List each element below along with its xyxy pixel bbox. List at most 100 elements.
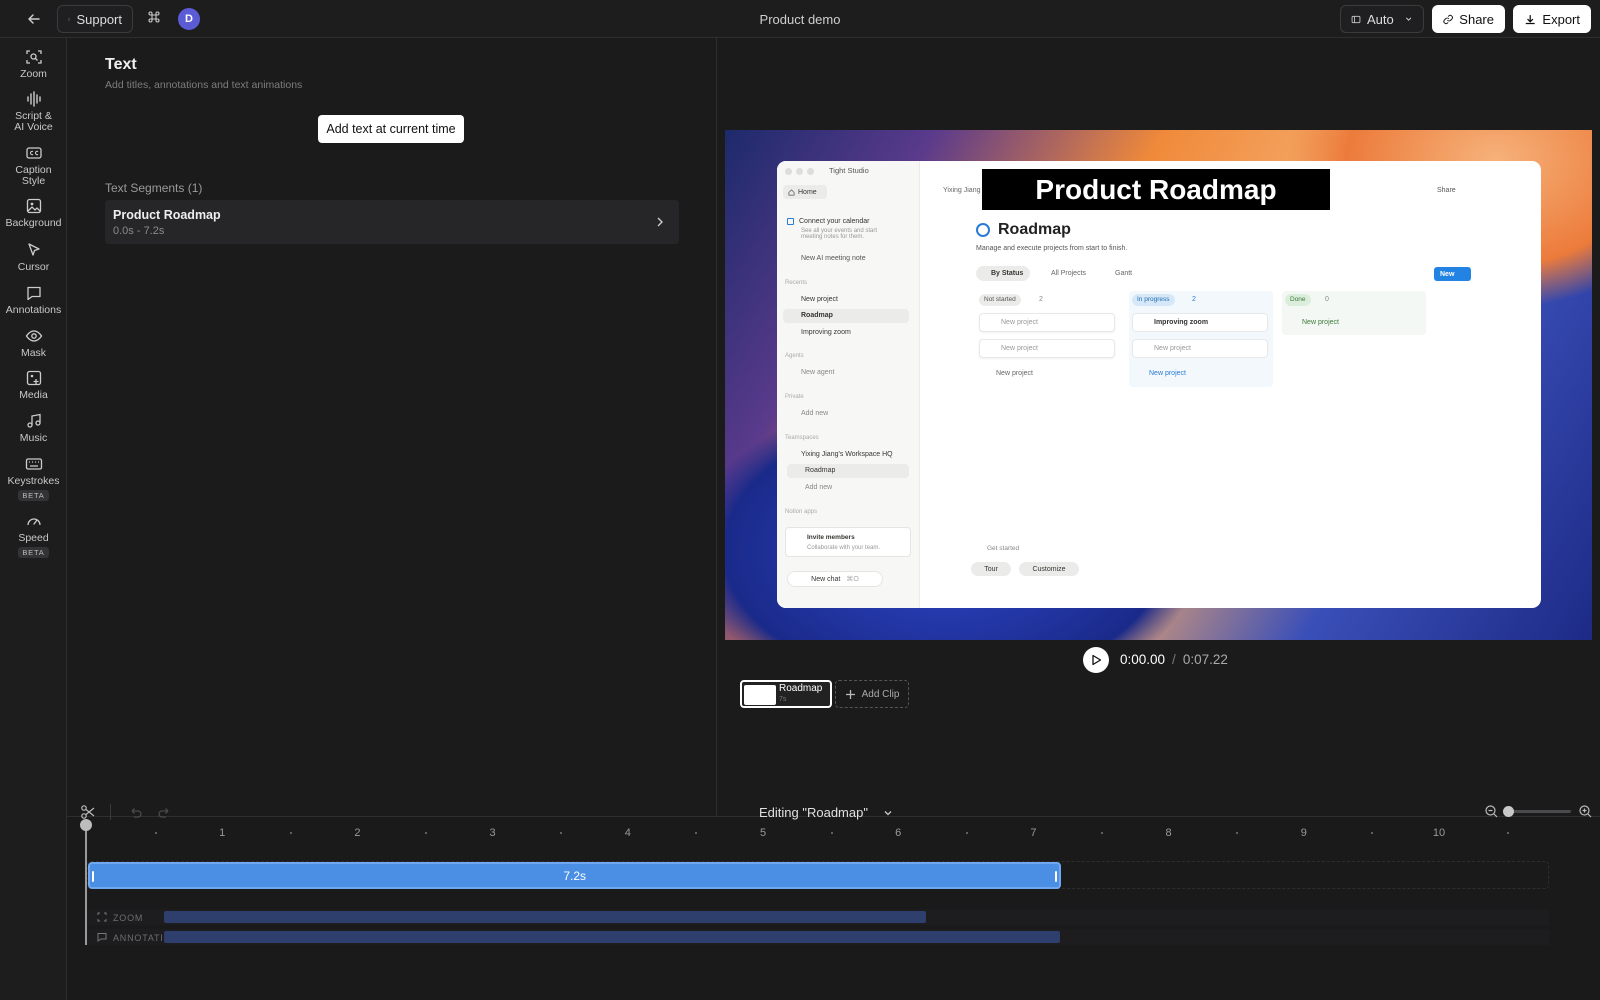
segment-name: Product Roadmap	[113, 208, 221, 222]
clip-name: Roadmap	[779, 683, 823, 694]
nav-mask[interactable]: Mask	[0, 327, 67, 359]
segment-range: 0.0s - 7.2s	[113, 225, 165, 237]
mini-notion-apps: Notion apps	[785, 509, 818, 515]
mini-new-button: New	[1434, 267, 1471, 281]
nav-keystrokes[interactable]: Keystrokes BETA	[0, 455, 67, 501]
annotations-track-icon	[97, 933, 107, 942]
nav-media-label: Media	[19, 389, 48, 401]
mini-new-label: New	[1440, 270, 1455, 278]
mini-card: Improving zoom	[1132, 313, 1268, 332]
mini-recents-header: Recents	[785, 280, 808, 286]
add-clip-button[interactable]: Add Clip	[835, 680, 909, 708]
export-button[interactable]: Export	[1513, 5, 1591, 33]
ruler-minor-tick	[1371, 832, 1374, 834]
nav-music[interactable]: Music	[0, 412, 67, 444]
traffic-lights	[785, 168, 814, 175]
panel-subtitle: Add titles, annotations and text animati…	[105, 79, 303, 91]
ruler-minor-tick	[289, 832, 292, 834]
mini-new-chat-label: New chat	[811, 575, 841, 583]
redo-icon[interactable]	[158, 806, 172, 820]
mini-agents-header: Agents	[785, 353, 804, 359]
clip-thumb-image	[744, 685, 776, 705]
nav-cursor[interactable]: Cursor	[0, 241, 67, 273]
mini-new-chat-shortcut: ⌘O	[846, 576, 859, 583]
mini-share: Share	[1437, 187, 1456, 194]
mini-page-icon	[976, 223, 990, 237]
undo-icon[interactable]	[128, 806, 142, 820]
ruler-tick-label: 2	[354, 827, 361, 839]
zoom-track-segment[interactable]	[164, 911, 926, 923]
nav-background[interactable]: Background	[0, 197, 67, 229]
clip-handle-right[interactable]	[1055, 871, 1058, 882]
nav-caption-style[interactable]: Caption Style	[0, 144, 67, 187]
add-text-button[interactable]: Add text at current time	[318, 115, 464, 143]
mini-connect-title: Connect your calendar	[799, 218, 870, 225]
nav-script-ai-voice[interactable]: Script & AI Voice	[0, 90, 67, 133]
zoom-in-icon[interactable]	[1578, 804, 1593, 819]
nav-speed-label: Speed	[18, 532, 49, 544]
mini-connect-calendar: Connect your calendar See all your event…	[787, 218, 877, 240]
mini-sidebar: Tight Studio Home Connect your calendar …	[777, 161, 920, 608]
ruler-tick-label: 10	[1432, 827, 1446, 839]
scissors-icon[interactable]	[80, 804, 96, 820]
zoom-slider[interactable]	[1503, 806, 1571, 817]
mini-ai-note: New AI meeting note	[801, 255, 866, 262]
text-overlay[interactable]: Product Roadmap	[982, 169, 1330, 210]
mini-add-card: New project	[1302, 319, 1339, 326]
preview-area: Tight Studio Home Connect your calendar …	[718, 38, 1600, 816]
workspace-name: Tight Studio	[829, 166, 869, 175]
caption-icon	[25, 147, 42, 159]
mini-card-title: New project	[1001, 345, 1038, 352]
mini-page-desc: Manage and execute projects from start t…	[976, 245, 1128, 252]
nav-caption-label-2: Style	[21, 175, 46, 187]
zoom-out-icon[interactable]	[1484, 804, 1499, 819]
aspect-ratio-select[interactable]: Auto	[1340, 5, 1424, 33]
nav-background-label: Background	[5, 217, 62, 229]
zoom-slider-thumb[interactable]	[1503, 806, 1514, 817]
mini-recent-item: Roadmap	[801, 312, 833, 319]
play-button[interactable]	[1083, 647, 1109, 673]
mini-home-label: Home	[798, 188, 817, 196]
text-segment-item[interactable]: Product Roadmap 0.0s - 7.2s	[105, 200, 679, 244]
nav-speed[interactable]: Speed BETA	[0, 512, 67, 558]
mini-card-title: New project	[1001, 319, 1038, 326]
mini-view-tab: Gantt	[1115, 270, 1133, 277]
mini-home-button: Home	[783, 185, 827, 199]
playhead-knob[interactable]	[80, 819, 92, 831]
mini-recent-item: Improving zoom	[801, 329, 851, 336]
ruler-minor-tick	[560, 832, 563, 834]
share-button[interactable]: Share	[1432, 5, 1505, 33]
mini-page-title: Roadmap	[998, 221, 1071, 238]
ruler-minor-tick	[830, 832, 833, 834]
time-separator: /	[1172, 652, 1176, 667]
status-count: 2	[1039, 296, 1043, 303]
mini-teamspace: Yixing Jiang's Workspace HQ	[801, 451, 893, 458]
ruler-minor-tick	[1101, 832, 1103, 834]
mini-get-started: Get started	[987, 545, 1020, 552]
mini-private-header: Private	[785, 394, 804, 400]
segments-header: Text Segments (1)	[105, 181, 203, 195]
annotations-track-segment[interactable]	[164, 931, 1061, 943]
nav-zoom[interactable]: Zoom	[0, 48, 67, 80]
mini-card: New project	[1132, 339, 1268, 358]
ruler-tick-label: 1	[219, 827, 226, 839]
timeline-clip[interactable]: 7.2s	[88, 862, 1062, 889]
nav-media[interactable]: Media	[0, 369, 67, 401]
clip-thumbnail[interactable]: Roadmap 7s	[740, 680, 832, 708]
aspect-label: Auto	[1367, 11, 1394, 27]
ruler-minor-tick	[154, 832, 157, 834]
plus-icon	[845, 689, 855, 699]
ruler-minor-tick	[425, 832, 427, 834]
mini-tour: Tour	[971, 562, 1011, 576]
clip-handle-left[interactable]	[92, 871, 94, 882]
playhead[interactable]	[80, 819, 92, 945]
chevron-down-icon	[1405, 17, 1412, 21]
status-pill: Done	[1285, 294, 1311, 306]
ruler-tick-label: 3	[489, 827, 496, 839]
ruler-tick-label: 5	[759, 827, 767, 839]
mini-column-not-started: Not started 2 New project New project Ne…	[976, 291, 1120, 387]
nav-annotations[interactable]: Annotations	[0, 284, 67, 316]
editing-clip-select[interactable]: Editing "Roadmap"	[759, 805, 894, 820]
video-canvas[interactable]: Tight Studio Home Connect your calendar …	[725, 130, 1592, 640]
current-time: 0:00.00	[1120, 652, 1166, 667]
